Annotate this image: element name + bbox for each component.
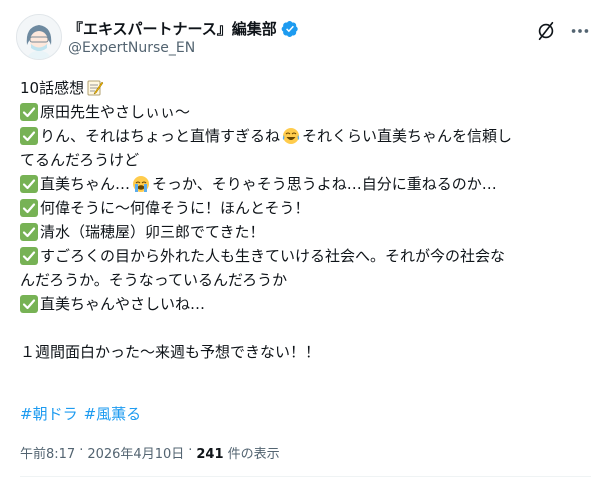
- hashtag-link[interactable]: #朝ドラ: [20, 402, 78, 426]
- view-count-label: 件の表示: [227, 447, 280, 462]
- tweet-text: 10話感想 原田先生やさしぃぃ～ りん、それはちょっと直情すぎるね それくらい直…: [20, 76, 590, 364]
- hashtag-link[interactable]: #風薫る: [84, 402, 142, 426]
- tweet-line: 清水（瑞穂屋）卯三郎でてきた！: [20, 220, 590, 244]
- tweet-line: りん、それはちょっと直情すぎるね それくらい直美ちゃんを信頼し: [20, 124, 590, 148]
- check-mark-icon: [20, 127, 38, 145]
- tweet-line: すごろくの目から外れた人も生きていける社会へ。それが今の社会な: [20, 244, 590, 268]
- check-mark-icon: [20, 247, 38, 265]
- check-mark-icon: [20, 223, 38, 241]
- display-name[interactable]: 『エキスパートナース』編集部: [68, 18, 277, 39]
- tweet-line: 直美ちゃんやさしいね…: [20, 292, 590, 316]
- tweet-card: 『エキスパートナース』編集部 @ExpertNurse_EN 10話感想 原田先…: [0, 0, 605, 484]
- crying-face-emoji-icon: [131, 174, 151, 194]
- tweet-line: 何偉そうに～何偉そうに！ほんとそう！: [20, 196, 590, 220]
- check-mark-icon: [20, 295, 38, 313]
- tweet-line: てるんだろうけど: [20, 151, 140, 169]
- tweet-line: 10話感想: [20, 76, 590, 100]
- meta-separator: ·: [188, 443, 193, 458]
- tweet-closing-line: １週間面白かった～来週も予想できない！！: [20, 343, 321, 361]
- post-time[interactable]: 午前8:17: [20, 443, 75, 462]
- meta-separator: ·: [79, 443, 84, 458]
- tweet-line: 直美ちゃん… そっか、そりゃそう思うよね…自分に重ねるのか…: [20, 172, 590, 196]
- memo-emoji-icon: [85, 78, 105, 98]
- view-count[interactable]: 241 件の表示: [196, 443, 279, 462]
- divider: [20, 476, 591, 477]
- grok-icon[interactable]: [535, 20, 557, 42]
- hashtags: #朝ドラ #風薫る: [20, 402, 141, 426]
- check-mark-icon: [20, 175, 38, 193]
- view-count-number: 241: [196, 447, 224, 462]
- author-handle[interactable]: @ExpertNurse_EN: [68, 40, 195, 56]
- tears-of-joy-emoji-icon: [281, 126, 301, 146]
- more-options-icon[interactable]: [568, 20, 592, 42]
- post-date[interactable]: 2026年4月10日: [87, 443, 184, 462]
- verified-badge-icon: [281, 20, 299, 38]
- nurse-illustration-icon: [17, 15, 61, 59]
- check-mark-icon: [20, 103, 38, 121]
- tweet-meta: 午前8:17 · 2026年4月10日 · 241 件の表示: [20, 443, 280, 462]
- tweet-line: んだろうか。そうなっているんだろうか: [20, 271, 288, 289]
- author-name-row[interactable]: 『エキスパートナース』編集部: [68, 18, 299, 39]
- tweet-line: 原田先生やさしぃぃ～: [20, 100, 590, 124]
- avatar[interactable]: [16, 14, 62, 60]
- check-mark-icon: [20, 199, 38, 217]
